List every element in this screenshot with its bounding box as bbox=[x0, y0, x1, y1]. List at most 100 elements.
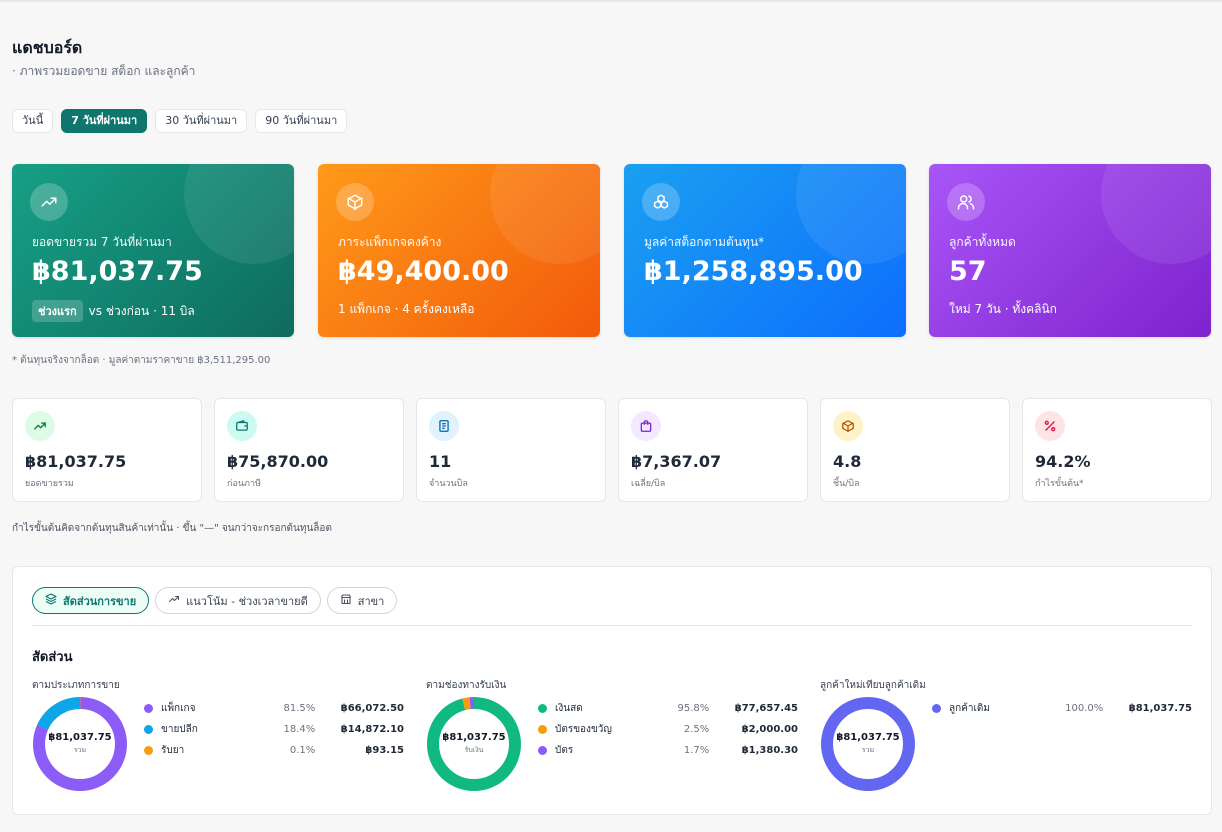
hero-card-sales: ยอดขายรวม 7 วันที่ผ่านมา ฿81,037.75 ช่วง… bbox=[12, 164, 294, 337]
hero-card-package-liability: ภาระแพ็กเกจคงค้าง ฿49,400.00 1 แพ็กเกจ ·… bbox=[318, 164, 600, 337]
stat-value: 94.2% bbox=[1035, 452, 1091, 471]
hero-foot: ใหม่ 7 วัน · ทั้งคลินิก bbox=[949, 300, 1057, 319]
date-range-selector: วันนี้ 7 วันที่ผ่านมา 30 วันที่ผ่านมา 90… bbox=[12, 109, 348, 133]
group-title: ตามช่องทางรับเงิน bbox=[426, 680, 507, 691]
page-title: แดชบอร์ด bbox=[12, 38, 83, 57]
legend-name: ขายปลีก bbox=[161, 724, 198, 735]
legend-amount: ฿2,000.00 bbox=[741, 724, 798, 735]
donut-center-label: รวม bbox=[73, 746, 87, 754]
legend: เงินสด 95.8% ฿77,657.45 บัตรของขวัญ 2.5% ฿2,0… bbox=[538, 698, 798, 761]
legend-name: บัตร bbox=[555, 745, 574, 756]
stat-value: ฿7,367.07 bbox=[631, 452, 722, 471]
tab-branches[interactable]: สาขา bbox=[326, 587, 398, 614]
shopping-bag-icon bbox=[631, 411, 661, 441]
donut-center: ฿81,037.75 รับเงิน bbox=[426, 696, 522, 792]
hero-label: ยอดขายรวม 7 วันที่ผ่านมา bbox=[32, 235, 172, 249]
hero-card-customers: ลูกค้าทั้งหมด 57 ใหม่ 7 วัน · ทั้งคลินิก bbox=[929, 164, 1211, 337]
hero-value: ฿81,037.75 bbox=[32, 256, 203, 287]
donut-center-value: ฿81,037.75 bbox=[442, 732, 506, 743]
decorative-circle bbox=[796, 164, 906, 264]
legend-percent: 0.1% bbox=[289, 745, 316, 756]
decorative-circle bbox=[490, 164, 600, 264]
receipt-icon bbox=[429, 411, 459, 441]
stat-label: ก่อนภาษี bbox=[227, 479, 261, 489]
stat-value: ฿75,870.00 bbox=[227, 452, 329, 471]
tabs-divider bbox=[32, 625, 1192, 626]
stat-label: เฉลี่ย/บิล bbox=[631, 479, 666, 489]
range-7-days-button[interactable]: 7 วันที่ผ่านมา bbox=[61, 109, 148, 133]
range-today-button[interactable]: วันนี้ bbox=[12, 109, 54, 133]
group-by-sale-type: ตามประเภทการขาย ฿81,037.75 รวม แพ็กเกจ 81… bbox=[32, 678, 407, 791]
tab-label: แนวโน้ม - ช่วงเวลาขายดี bbox=[186, 594, 308, 608]
stat-card-bill-count: 11 จำนวนบิล bbox=[416, 398, 606, 502]
top-divider bbox=[0, 0, 1222, 2]
group-title: ลูกค้าใหม่เทียบลูกค้าเดิม bbox=[820, 680, 926, 691]
hero-value: 57 bbox=[949, 256, 987, 287]
decorative-circle bbox=[1101, 164, 1211, 264]
legend-percent: 81.5% bbox=[283, 703, 316, 714]
stat-value: 4.8 bbox=[833, 452, 862, 471]
group-new-vs-returning: ลูกค้าใหม่เทียบลูกค้าเดิม ฿81,037.75 รวม… bbox=[820, 678, 1195, 791]
hero-label: ภาระแพ็กเกจคงค้าง bbox=[338, 235, 442, 249]
boxes-icon bbox=[642, 183, 680, 221]
donut-center-value: ฿81,037.75 bbox=[48, 732, 112, 743]
donut-center: ฿81,037.75 รวม bbox=[820, 696, 916, 792]
tab-sales-proportion[interactable]: สัดส่วนการขาย bbox=[32, 587, 150, 614]
legend: แพ็กเกจ 81.5% ฿66,072.50 ขายปลีก 18.4% ฿14,87… bbox=[144, 698, 404, 761]
legend-dot bbox=[538, 704, 547, 713]
donut-center-value: ฿81,037.75 bbox=[836, 732, 900, 743]
legend-row: รับยา 0.1% ฿93.15 bbox=[144, 740, 404, 761]
decorative-circle bbox=[184, 164, 294, 264]
hero-label: ลูกค้าทั้งหมด bbox=[949, 235, 1016, 249]
legend-name: รับยา bbox=[161, 745, 185, 756]
range-30-days-button[interactable]: 30 วันที่ผ่านมา bbox=[155, 109, 248, 133]
stat-card-gross-margin: 94.2% กำไรขั้นต้น* bbox=[1022, 398, 1212, 502]
wallet-icon bbox=[227, 411, 257, 441]
legend-row: ขายปลีก 18.4% ฿14,872.10 bbox=[144, 719, 404, 740]
legend-dot bbox=[932, 704, 941, 713]
legend-percent: 2.5% bbox=[683, 724, 710, 735]
legend-row: แพ็กเกจ 81.5% ฿66,072.50 bbox=[144, 698, 404, 719]
stat-card-items-per-bill: 4.8 ชิ้น/บิล bbox=[820, 398, 1010, 502]
hero-value: ฿49,400.00 bbox=[338, 256, 509, 287]
tab-label: สาขา bbox=[357, 594, 385, 608]
hero-value: ฿1,258,895.00 bbox=[644, 256, 863, 287]
legend-percent: 18.4% bbox=[283, 724, 316, 735]
hero-foot: 1 แพ็กเกจ · 4 ครั้งคงเหลือ bbox=[338, 300, 474, 319]
breakdown-tabs: สัดส่วนการขาย แนวโน้ม - ช่วงเวลาขายดี สา… bbox=[32, 587, 398, 614]
legend-percent: 95.8% bbox=[677, 703, 710, 714]
page-subtitle: · ภาพรวมยอดขาย สต็อก และลูกค้า bbox=[12, 64, 196, 78]
legend-row: ลูกค้าเดิม 100.0% ฿81,037.75 bbox=[932, 698, 1192, 719]
tab-trends[interactable]: แนวโน้ม - ช่วงเวลาขายดี bbox=[155, 587, 321, 614]
stat-label: ชิ้น/บิล bbox=[833, 479, 860, 489]
range-90-days-button[interactable]: 90 วันที่ผ่านมา bbox=[255, 109, 348, 133]
trending-up-icon bbox=[168, 593, 180, 608]
gross-margin-note: กำไรขั้นต้นคิดจากต้นทุนสินค้าเท่านั้น · … bbox=[12, 523, 332, 534]
legend-row: บัตรของขวัญ 2.5% ฿2,000.00 bbox=[538, 719, 798, 740]
breakdown-panel: สัดส่วนการขาย แนวโน้ม - ช่วงเวลาขายดี สา… bbox=[12, 566, 1212, 815]
legend-amount: ฿93.15 bbox=[365, 745, 404, 756]
store-icon bbox=[340, 593, 352, 608]
hero-foot-text: vs ช่วงก่อน · 11 บิล bbox=[88, 303, 195, 318]
legend-dot bbox=[538, 746, 547, 755]
legend-percent: 100.0% bbox=[1065, 703, 1104, 714]
section-title: สัดส่วน bbox=[32, 650, 73, 665]
legend-dot bbox=[144, 704, 153, 713]
legend-percent: 1.7% bbox=[683, 745, 710, 756]
trending-up-icon bbox=[25, 411, 55, 441]
percent-icon bbox=[1035, 411, 1065, 441]
hero-foot-text: ใหม่ 7 วัน · ทั้งคลินิก bbox=[949, 302, 1057, 316]
donut-center-label: รวม bbox=[861, 746, 875, 754]
legend-amount: ฿1,380.30 bbox=[741, 745, 798, 756]
stat-value: ฿81,037.75 bbox=[25, 452, 127, 471]
legend-amount: ฿14,872.10 bbox=[340, 724, 404, 735]
legend: ลูกค้าเดิม 100.0% ฿81,037.75 bbox=[932, 698, 1192, 719]
stat-value: 11 bbox=[429, 452, 452, 471]
box-icon bbox=[833, 411, 863, 441]
period-chip: ช่วงแรก bbox=[32, 300, 83, 322]
legend-amount: ฿77,657.45 bbox=[734, 703, 798, 714]
stat-card-average-bill: ฿7,367.07 เฉลี่ย/บิล bbox=[618, 398, 808, 502]
legend-name: บัตรของขวัญ bbox=[555, 724, 612, 735]
legend-amount: ฿81,037.75 bbox=[1128, 703, 1192, 714]
users-icon bbox=[947, 183, 985, 221]
